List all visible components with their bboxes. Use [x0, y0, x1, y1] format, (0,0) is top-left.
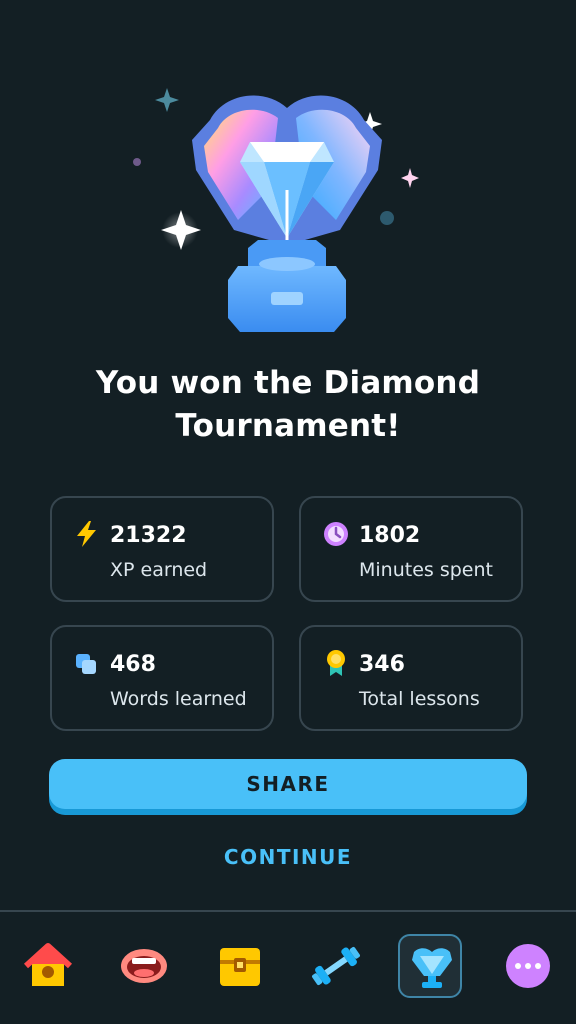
stat-label: XP earned	[110, 559, 208, 581]
stat-value: 346	[359, 652, 405, 677]
treasure-chest-icon	[220, 948, 260, 986]
stat-value: 468	[110, 652, 156, 677]
stat-label: Total lessons	[359, 688, 480, 710]
stat-card-xp: 21322 XP earned	[50, 496, 274, 602]
page-title: You won the Diamond Tournament!	[95, 365, 481, 444]
cards-icon	[76, 654, 96, 674]
lightning-icon	[77, 521, 96, 547]
dumbbell-icon	[312, 946, 360, 986]
stat-card-lessons: 346 Total lessons	[299, 625, 523, 731]
medal-icon	[327, 650, 345, 676]
tab-shop[interactable]	[208, 934, 272, 998]
bottom-tab-bar	[0, 910, 576, 1024]
continue-button[interactable]: CONTINUE	[0, 843, 576, 871]
stat-value: 21322	[110, 523, 187, 548]
share-button[interactable]: SHARE	[49, 759, 527, 809]
tab-practice[interactable]	[304, 934, 368, 998]
trophy-icon	[412, 948, 452, 988]
tab-more[interactable]	[496, 934, 560, 998]
stat-value: 1802	[359, 523, 421, 548]
stat-label: Minutes spent	[359, 559, 493, 581]
tab-leaderboards[interactable]	[398, 934, 462, 998]
stat-card-words: 468 Words learned	[50, 625, 274, 731]
tab-speaking[interactable]	[112, 934, 176, 998]
clock-icon	[324, 522, 348, 546]
tab-home[interactable]	[16, 934, 80, 998]
more-icon	[506, 944, 550, 988]
mouth-icon	[121, 949, 167, 983]
home-icon	[23, 943, 73, 986]
diamond-trophy-illustration	[120, 70, 479, 340]
stat-card-minutes: 1802 Minutes spent	[299, 496, 523, 602]
stat-label: Words learned	[110, 688, 247, 710]
